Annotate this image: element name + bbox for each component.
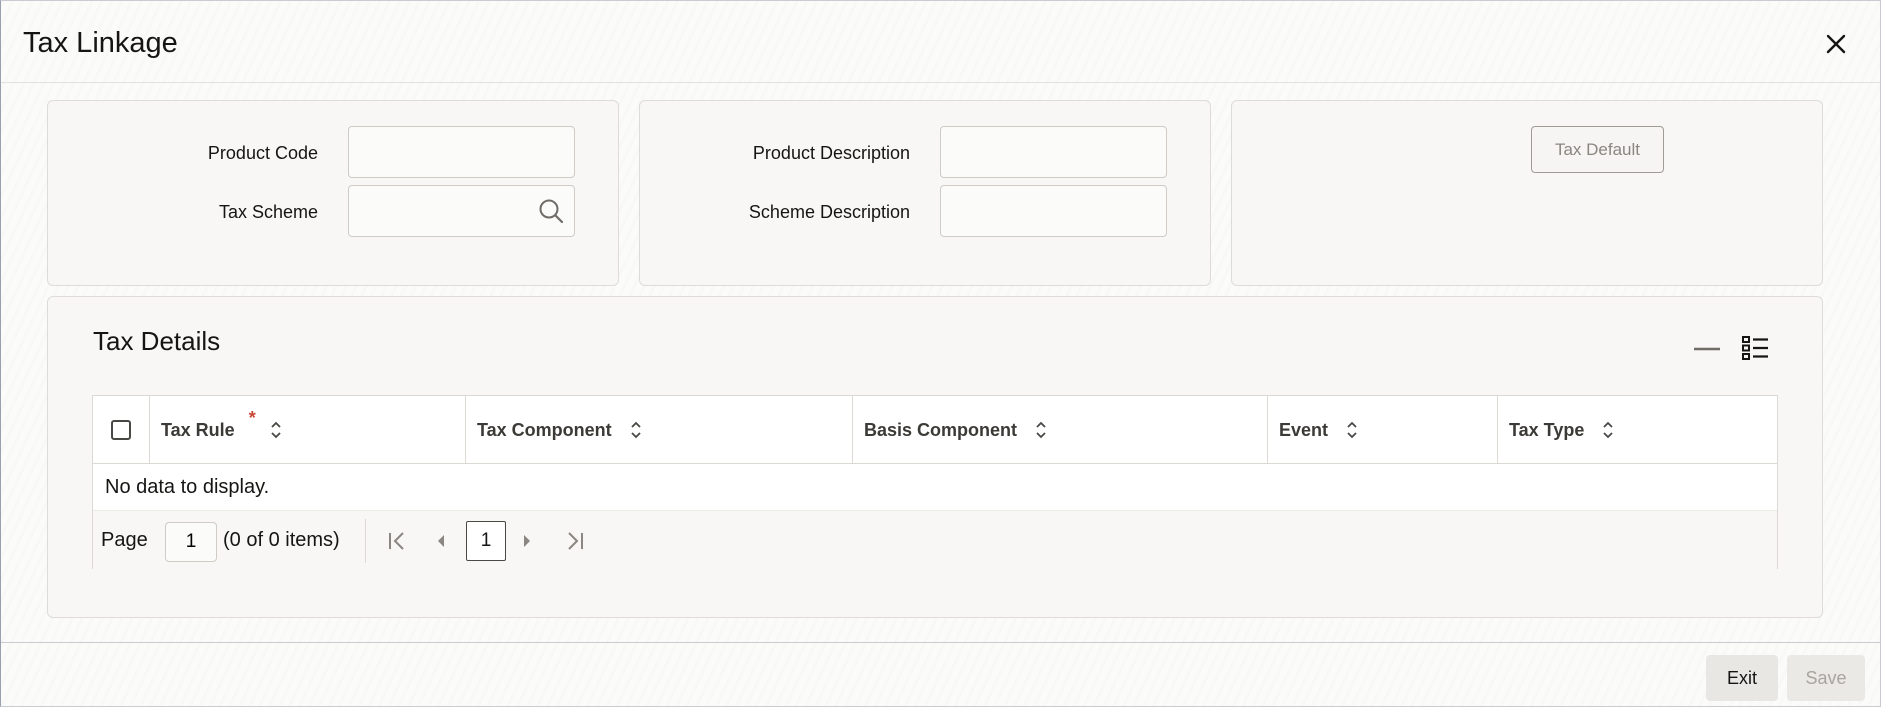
tax-scheme-field [348,185,575,237]
column-basis-component[interactable]: Basis Component [853,396,1268,464]
scheme-description-input[interactable] [940,185,1167,237]
close-icon [1826,34,1846,54]
column-tax-type[interactable]: Tax Type [1498,396,1777,464]
save-button[interactable]: Save [1787,655,1865,701]
column-label: Tax Component [477,419,612,440]
tax-details-title: Tax Details [93,326,221,356]
column-label: Tax Type [1509,419,1585,440]
footer-divider [1,642,1880,643]
column-label: Tax Rule [161,419,235,440]
column-tax-component[interactable]: Tax Component [466,396,853,464]
no-data-message: No data to display. [105,476,270,498]
minimize-icon[interactable] [1693,341,1721,357]
pagination-bar: Page (0 of 0 items) 1 [93,510,1777,569]
tax-scheme-label: Tax Scheme [218,202,318,222]
sort-icon[interactable] [1035,421,1047,439]
scheme-description-label: Scheme Description [748,202,910,222]
window-title: Tax Linkage [23,27,178,59]
previous-page-icon[interactable] [433,531,449,551]
product-description-label: Product Description [752,143,910,163]
exit-button[interactable]: Exit [1706,655,1778,701]
column-label: Event [1279,419,1329,440]
current-page-button[interactable]: 1 [466,521,506,561]
search-icon[interactable] [537,197,565,225]
pager-divider [365,519,366,563]
first-page-icon[interactable] [387,531,407,551]
required-marker: * [248,407,256,428]
sort-icon[interactable] [270,421,282,439]
sort-icon[interactable] [630,421,642,439]
item-range: (0 of 0 items) [223,529,340,551]
select-all-column [93,396,150,464]
tax-linkage-window: Tax Linkage Product Code Tax Scheme Prod… [0,0,1881,707]
tax-default-button[interactable]: Tax Default [1531,126,1664,173]
sort-icon[interactable] [1346,421,1358,439]
next-page-icon[interactable] [519,531,535,551]
product-code-input[interactable] [348,126,575,178]
description-panel: Product Description Scheme Description [639,100,1211,286]
product-description-input[interactable] [940,126,1167,178]
column-label: Basis Component [864,419,1018,440]
column-event[interactable]: Event [1268,396,1498,464]
close-button[interactable] [1819,27,1853,61]
tax-details-grid: Tax Rule * Tax Component Basis Component [92,395,1778,569]
sort-icon[interactable] [1602,421,1614,439]
column-list-icon[interactable] [1741,334,1769,362]
column-tax-rule[interactable]: Tax Rule * [150,396,466,464]
page-label: Page [101,529,148,551]
product-code-label: Product Code [207,143,318,163]
select-all-checkbox[interactable] [111,420,131,440]
window-header: Tax Linkage [1,1,1880,83]
last-page-icon[interactable] [565,531,585,551]
actions-panel [1231,100,1823,286]
page-number-input[interactable] [165,522,217,562]
grid-header: Tax Rule * Tax Component Basis Component [93,396,1777,464]
product-panel: Product Code Tax Scheme [47,100,619,286]
